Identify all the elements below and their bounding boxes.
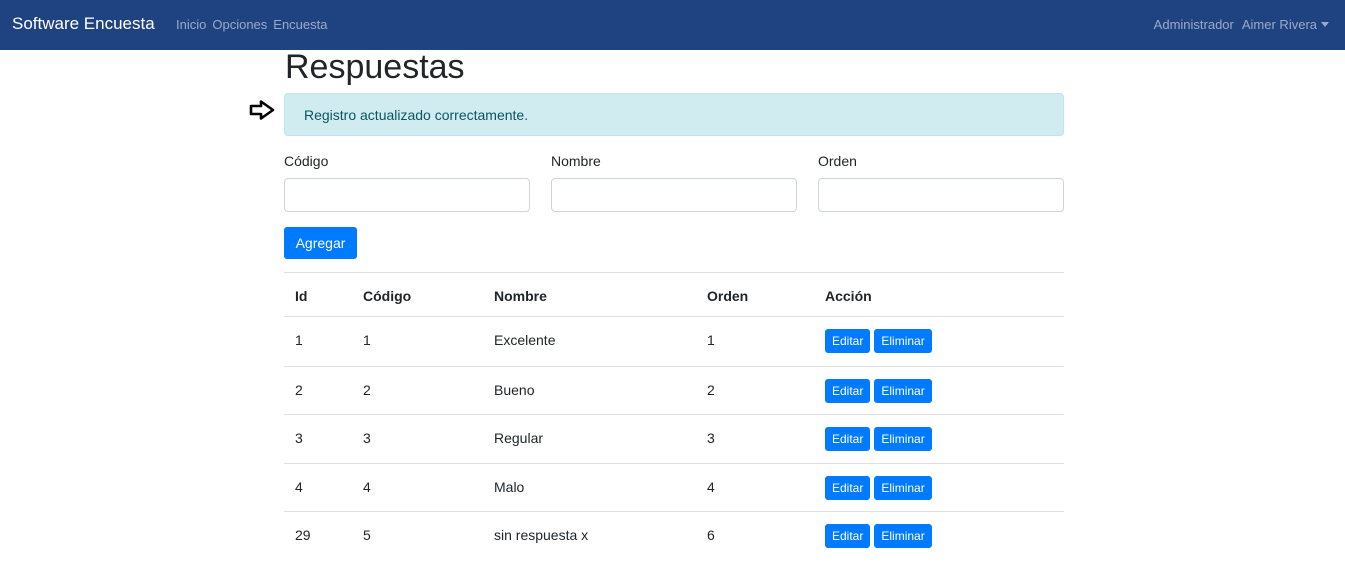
user-menu-dropdown[interactable]: Aimer Rivera bbox=[1242, 17, 1329, 32]
delete-button[interactable]: Eliminar bbox=[874, 329, 932, 353]
row-actions: Editar Eliminar bbox=[825, 475, 936, 500]
nav-link-opciones[interactable]: Opciones bbox=[212, 17, 267, 32]
header-orden: Orden bbox=[707, 288, 749, 304]
success-alert: Registro actualizado correctamente. bbox=[284, 93, 1064, 136]
table-header-row: Id Código Nombre Orden Acción bbox=[284, 272, 1064, 317]
brand-link[interactable]: Software Encuesta bbox=[12, 14, 155, 34]
cell-nombre: Bueno bbox=[494, 381, 535, 398]
delete-button[interactable]: Eliminar bbox=[874, 475, 932, 500]
nombre-label: Nombre bbox=[551, 153, 601, 169]
cell-orden: 4 bbox=[707, 478, 715, 495]
codigo-label: Código bbox=[284, 153, 329, 169]
cell-codigo: 2 bbox=[363, 381, 371, 398]
header-nombre: Nombre bbox=[494, 288, 547, 304]
table-row: 1 1 Excelente 1 Editar Eliminar bbox=[284, 317, 1064, 366]
edit-button[interactable]: Editar bbox=[825, 378, 871, 403]
delete-button[interactable]: Eliminar bbox=[874, 427, 932, 451]
nav-link-encuesta[interactable]: Encuesta bbox=[273, 17, 327, 32]
nav-user-area: Administrador Aimer Rivera bbox=[1146, 17, 1329, 32]
row-actions: Editar Eliminar bbox=[825, 427, 936, 451]
cell-id: 1 bbox=[295, 332, 303, 348]
cell-codigo: 1 bbox=[363, 332, 371, 348]
user-name: Aimer Rivera bbox=[1241, 17, 1317, 32]
edit-button[interactable]: Editar bbox=[825, 524, 871, 548]
edit-button[interactable]: Editar bbox=[825, 475, 871, 500]
header-accion: Acción bbox=[825, 288, 872, 304]
page-title: Respuestas bbox=[285, 48, 465, 86]
cell-id: 2 bbox=[295, 381, 303, 398]
nav-link-administrador[interactable]: Administrador bbox=[1154, 17, 1234, 32]
cell-nombre: Malo bbox=[494, 478, 525, 495]
cell-codigo: 3 bbox=[363, 430, 371, 446]
cell-orden: 1 bbox=[707, 332, 715, 348]
table-row: 3 3 Regular 3 Editar Eliminar bbox=[284, 414, 1064, 463]
cell-nombre: sin respuesta x bbox=[494, 527, 589, 543]
arrow-right-outline-icon bbox=[249, 100, 275, 120]
nombre-input[interactable] bbox=[551, 178, 797, 212]
table-row: 29 5 sin respuesta x 6 Editar Eliminar bbox=[284, 511, 1064, 560]
cell-id: 4 bbox=[295, 478, 303, 495]
orden-input[interactable] bbox=[818, 178, 1064, 212]
row-actions: Editar Eliminar bbox=[825, 524, 936, 548]
cell-nombre: Excelente bbox=[494, 332, 556, 348]
cell-codigo: 4 bbox=[363, 478, 371, 495]
top-navbar: Software Encuesta Inicio Opciones Encues… bbox=[0, 0, 1345, 50]
table-row: 2 2 Bueno 2 Editar Eliminar bbox=[284, 365, 1064, 415]
header-id: Id bbox=[295, 288, 308, 304]
codigo-input[interactable] bbox=[284, 178, 530, 212]
nav-links: Inicio Opciones Encuesta bbox=[176, 17, 333, 32]
cell-nombre: Regular bbox=[494, 430, 544, 446]
delete-button[interactable]: Eliminar bbox=[874, 378, 932, 403]
row-actions: Editar Eliminar bbox=[825, 378, 936, 403]
orden-label: Orden bbox=[818, 153, 857, 169]
cell-orden: 2 bbox=[707, 381, 715, 398]
caret-down-icon bbox=[1321, 22, 1329, 27]
cell-orden: 6 bbox=[707, 527, 715, 543]
delete-button[interactable]: Eliminar bbox=[874, 524, 932, 548]
nav-link-inicio[interactable]: Inicio bbox=[176, 17, 206, 32]
row-actions: Editar Eliminar bbox=[825, 329, 936, 353]
header-codigo: Código bbox=[363, 288, 412, 304]
responses-table: Id Código Nombre Orden Acción 1 1 Excele… bbox=[284, 272, 1064, 560]
cell-id: 29 bbox=[295, 527, 311, 543]
table-row: 4 4 Malo 4 Editar Eliminar bbox=[284, 462, 1064, 512]
cell-orden: 3 bbox=[707, 430, 715, 446]
cell-id: 3 bbox=[295, 430, 303, 446]
alert-message: Registro actualizado correctamente. bbox=[304, 107, 529, 123]
edit-button[interactable]: Editar bbox=[825, 427, 871, 451]
edit-button[interactable]: Editar bbox=[825, 329, 871, 353]
cell-codigo: 5 bbox=[363, 527, 371, 543]
add-button[interactable]: Agregar bbox=[284, 227, 357, 259]
